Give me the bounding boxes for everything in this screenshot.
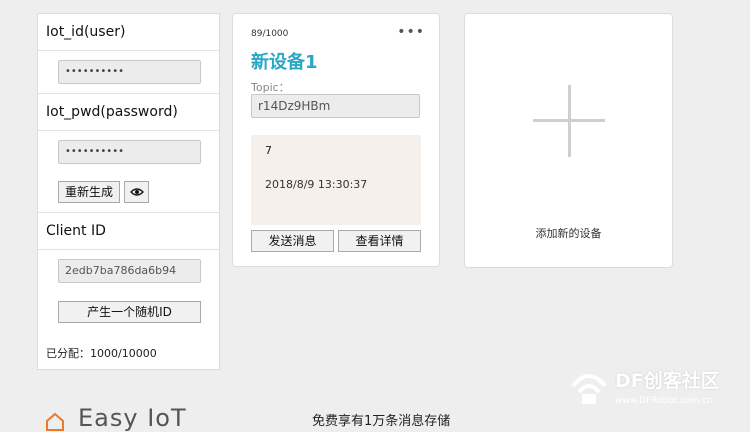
add-device-label: 添加新的设备 (535, 227, 602, 240)
message-count: 89/1000 (251, 29, 289, 39)
show-password-button[interactable] (124, 181, 150, 203)
logo-icon (46, 412, 64, 431)
user-label: Iot_id(user) (38, 14, 219, 51)
message-value: 7 (265, 144, 272, 157)
credentials-panel: Iot_id(user) •••••••••• Iot_pwd(password… (37, 13, 220, 370)
topic-field[interactable]: r14Dz9HBm (251, 94, 420, 118)
plus-icon-vertical (568, 85, 571, 157)
watermark-logo-icon (571, 374, 607, 404)
client-id-field[interactable]: 2edb7ba786da6b94 (58, 259, 201, 283)
watermark-url: www.DFRobot.com.cn (615, 396, 713, 406)
regenerate-button[interactable]: 重新生成 (58, 181, 121, 203)
password-label: Iot_pwd(password) (38, 94, 219, 131)
promo-text: 免费享有1万条消息存储 (312, 414, 451, 429)
topic-label: Topic： (251, 81, 290, 94)
message-timestamp: 2018/8/9 13:30:37 (265, 178, 368, 191)
device-name: 新设备1 (251, 52, 318, 73)
watermark: DF创客社区 www.DFRobot.com.cn (565, 360, 750, 414)
brand-name: Easy IoT (78, 404, 187, 432)
random-id-button[interactable]: 产生一个随机ID (58, 301, 201, 323)
user-field[interactable]: •••••••••• (58, 60, 201, 84)
watermark-title: DF创客社区 (615, 370, 720, 392)
add-device-card[interactable]: 添加新的设备 (464, 13, 673, 268)
eye-icon (129, 188, 144, 196)
client-id-label: Client ID (38, 213, 219, 250)
allocated-count: 已分配：1000/10000 (46, 347, 157, 360)
send-message-button[interactable]: 发送消息 (251, 230, 334, 252)
more-options-icon[interactable]: ••• (397, 24, 425, 40)
password-section: •••••••••• 重新生成 (38, 131, 219, 213)
user-section: •••••••••• (38, 51, 219, 94)
password-field[interactable]: •••••••••• (58, 140, 201, 164)
view-details-button[interactable]: 查看详情 (338, 230, 421, 252)
last-message-box: 7 2018/8/9 13:30:37 (251, 135, 421, 225)
device-card: 89/1000 ••• 新设备1 Topic： r14Dz9HBm 7 2018… (232, 13, 440, 267)
client-id-section: 2edb7ba786da6b94 产生一个随机ID (38, 250, 219, 332)
